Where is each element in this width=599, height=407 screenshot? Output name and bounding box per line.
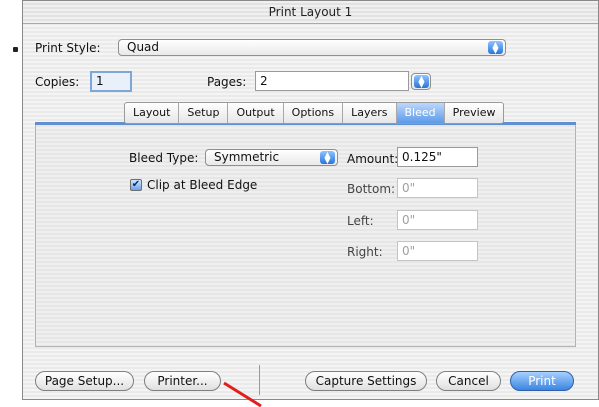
- annotation-arrow-line: [223, 381, 262, 407]
- annotation-arrow: [223, 381, 262, 407]
